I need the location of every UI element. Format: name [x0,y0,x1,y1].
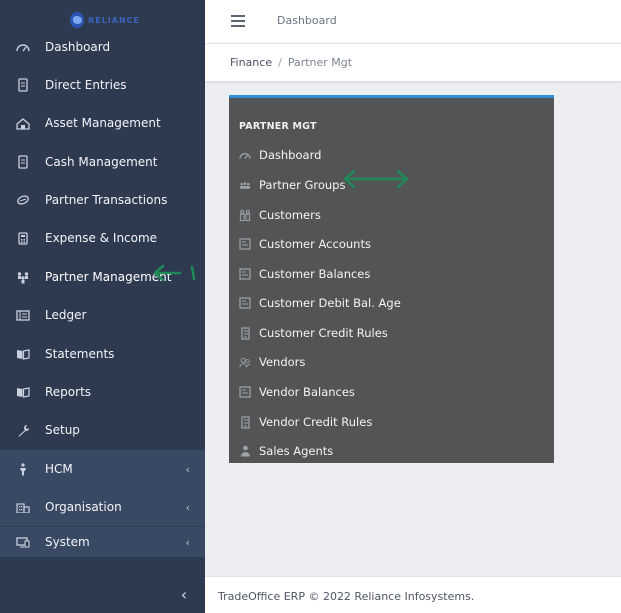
panel-item-label: Dashboard [259,148,322,162]
agent-icon [239,445,251,457]
panel-item-label: Sales Agents [259,444,334,458]
book-icon [16,385,30,399]
breadcrumb: Finance / Partner Mgt [230,56,352,69]
sidebar-item-organisation[interactable]: Organisation ‹ [0,488,205,526]
dashboard-icon [16,40,30,54]
customers-icon [239,209,251,221]
sidebar-item-system[interactable]: System ‹ [0,527,205,557]
sidebar-item-partner-transactions[interactable]: Partner Transactions [0,181,205,219]
sidebar-item-label: Asset Management [45,116,161,130]
panel-item-sales-agents[interactable]: Sales Agents [229,440,554,462]
globe-logo-icon [70,12,85,28]
calculator-icon [16,231,30,245]
sidebar-item-label: Direct Entries [45,78,127,92]
account-icon [239,297,251,309]
panel-item-label: Vendor Credit Rules [259,415,373,429]
top-header: Dashboard [205,0,621,44]
sidebar-item-label: Ledger [45,308,87,322]
sidebar-item-label: Partner Transactions [45,193,168,207]
panel-item-label: Partner Groups [259,178,346,192]
footer: TradeOffice ERP © 2022 Reliance Infosyst… [205,576,621,613]
entries-icon [16,78,30,92]
people-icon [16,270,30,284]
panel-item-label: Customer Accounts [259,237,371,251]
sidebar-collapse-button[interactable]: ‹ [176,586,192,604]
panel-item-customers[interactable]: Customers [229,204,554,226]
sidebar-item-direct-entries[interactable]: Direct Entries [0,66,205,104]
vendors-icon [239,356,251,368]
panel-item-customer-debit-bal-age[interactable]: Customer Debit Bal. Age [229,292,554,314]
sidebar-item-label: Statements [45,347,115,361]
page-title: Dashboard [277,14,337,27]
panel-item-label: Vendors [259,355,306,369]
panel-item-label: Customer Credit Rules [259,326,388,340]
cash-icon [16,155,30,169]
breadcrumb-bar: Finance / Partner Mgt [205,44,621,82]
sidebar-item-label: Expense & Income [45,231,158,245]
document-icon [239,326,251,340]
ledger-icon [16,308,30,322]
sidebar-item-label: Cash Management [45,155,158,169]
chevron-left-icon: ‹ [185,500,190,514]
chevron-left-icon: ‹ [185,535,190,549]
panel-item-label: Vendor Balances [259,385,355,399]
sidebar-item-cash-management[interactable]: Cash Management [0,143,205,181]
sidebar-item-asset-management[interactable]: Asset Management [0,104,205,142]
panel-item-customer-accounts[interactable]: Customer Accounts [229,233,554,255]
sidebar-item-ledger[interactable]: Ledger [0,296,205,334]
group-icon [239,179,251,191]
sidebar-item-statements[interactable]: Statements [0,335,205,373]
sidebar-item-label: Dashboard [45,40,111,54]
breadcrumb-finance-link[interactable]: Finance [230,56,272,69]
company-logo[interactable]: RELIANCE [70,11,140,29]
panel-heading: PARTNER MGT [239,121,317,132]
sidebar-item-label: Reports [45,385,92,399]
book-icon [16,347,30,361]
chevron-left-icon: ‹ [185,462,190,476]
wrench-icon [16,423,30,437]
dashboard-icon [239,149,251,161]
annotation-arrow-left [153,264,196,282]
hamburger-menu-icon[interactable] [231,15,245,27]
panel-item-label: Customer Balances [259,267,371,281]
sidebar-item-reports[interactable]: Reports [0,373,205,411]
logo-text: RELIANCE [88,15,140,25]
sidebar-item-label: Setup [45,423,80,437]
panel-item-label: Customer Debit Bal. Age [259,296,401,310]
panel-item-vendor-balances[interactable]: Vendor Balances [229,381,554,403]
annotation-double-arrow [343,169,409,189]
document-icon [239,415,251,429]
sidebar-item-setup[interactable]: Setup [0,411,205,449]
panel-item-vendor-credit-rules[interactable]: Vendor Credit Rules [229,411,554,433]
handshake-icon [16,193,30,207]
account-icon [239,238,251,250]
sidebar: RELIANCE Dashboard Direct Entries Asset … [0,0,205,613]
panel-item-vendors[interactable]: Vendors [229,351,554,373]
monitor-icon [16,535,30,549]
asset-icon [16,116,30,130]
panel-item-customer-credit-rules[interactable]: Customer Credit Rules [229,322,554,344]
panel-item-customer-balances[interactable]: Customer Balances [229,263,554,285]
breadcrumb-separator: / [278,56,282,69]
footer-copyright: TradeOffice ERP © 2022 Reliance Infosyst… [218,590,475,603]
sidebar-item-expense-income[interactable]: Expense & Income [0,219,205,257]
sidebar-item-hcm[interactable]: HCM ‹ [0,450,205,488]
sidebar-item-label: System [45,535,90,549]
partner-mgt-panel: PARTNER MGT Dashboard Partner Groups Cus… [229,95,554,463]
person-icon [16,462,30,476]
account-icon [239,386,251,398]
sidebar-item-label: Organisation [45,500,122,514]
sidebar-item-label: HCM [45,462,73,476]
sidebar-item-dashboard[interactable]: Dashboard [0,28,205,66]
account-icon [239,268,251,280]
building-icon [16,500,30,514]
panel-item-label: Customers [259,208,321,222]
panel-item-dashboard[interactable]: Dashboard [229,144,554,166]
breadcrumb-current: Partner Mgt [287,56,353,69]
